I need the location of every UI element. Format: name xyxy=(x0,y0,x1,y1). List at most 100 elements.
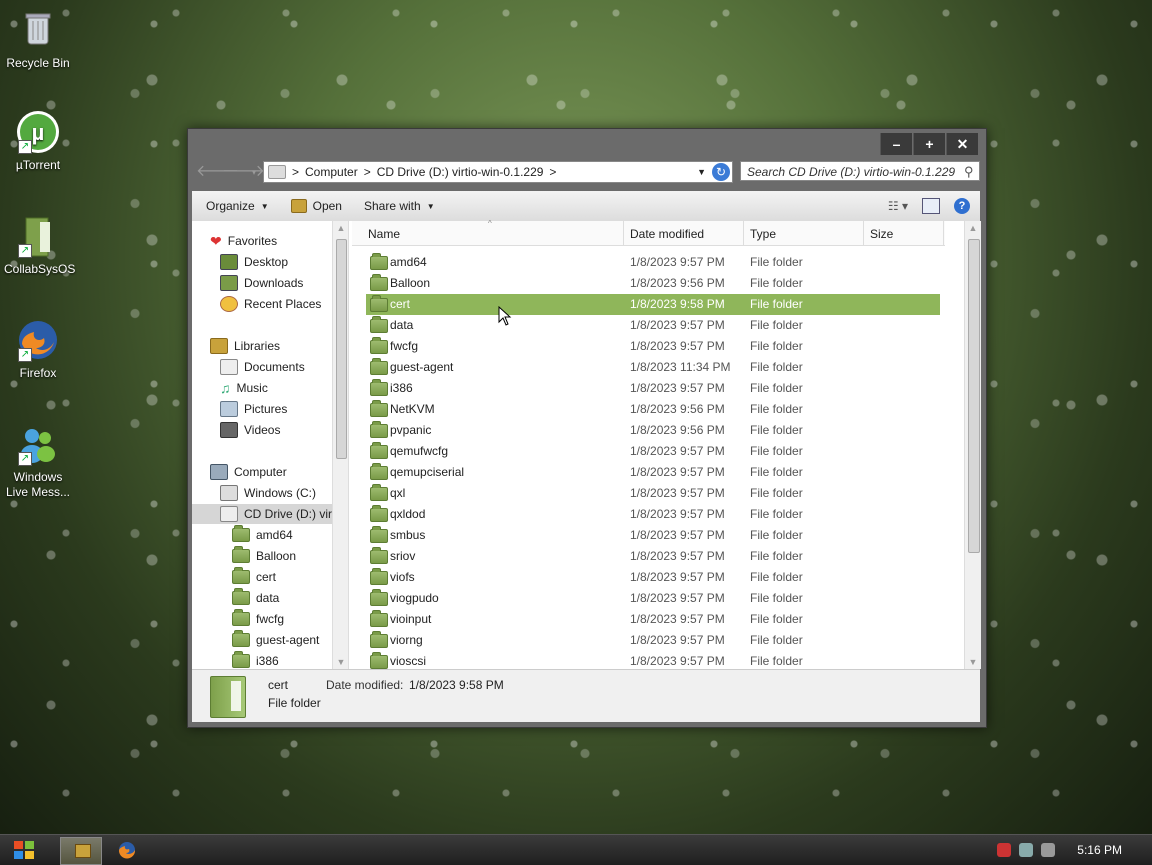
nav-label: cert xyxy=(256,570,277,584)
close-button[interactable]: ✕ xyxy=(946,133,978,155)
file-row[interactable]: i386 1/8/2023 9:57 PM File folder xyxy=(366,378,940,399)
nav-folder-i386[interactable]: i386 xyxy=(232,651,279,669)
file-row[interactable]: viofs 1/8/2023 9:57 PM File folder xyxy=(366,567,940,588)
recent-locations-dropdown[interactable]: ▾ xyxy=(244,162,264,182)
folder-icon xyxy=(370,316,388,333)
address-bar-row: 🡐 🡒 ▾ > Computer > CD Drive (D:) virtio-… xyxy=(192,159,982,185)
scroll-down-arrow-icon[interactable]: ▼ xyxy=(965,657,981,667)
nav-folder-guest-agent[interactable]: guest-agent xyxy=(232,630,319,650)
start-button[interactable] xyxy=(14,841,36,861)
volume-muted-icon[interactable] xyxy=(1041,843,1056,857)
nav-scrollbar-thumb[interactable] xyxy=(336,239,347,459)
file-list-scrollbar[interactable]: ▲ ▼ xyxy=(964,221,981,669)
file-row[interactable]: Balloon 1/8/2023 9:56 PM File folder xyxy=(366,273,940,294)
column-header-size[interactable]: Size xyxy=(864,221,944,245)
nav-folder-fwcfg[interactable]: fwcfg xyxy=(232,609,284,629)
preview-pane-icon[interactable] xyxy=(922,198,940,214)
back-button[interactable]: 🡐 xyxy=(196,162,239,182)
file-row[interactable]: viogpudo 1/8/2023 9:57 PM File folder xyxy=(366,588,940,609)
nav-folder-cert[interactable]: cert xyxy=(232,567,276,587)
column-header-date[interactable]: Date modified xyxy=(624,221,744,245)
nav-downloads[interactable]: Downloads xyxy=(220,273,303,293)
file-date: 1/8/2023 9:57 PM xyxy=(630,444,725,458)
file-date: 1/8/2023 9:57 PM xyxy=(630,570,725,584)
forward-button[interactable]: 🡒 xyxy=(222,162,265,182)
nav-folder-data[interactable]: data xyxy=(232,588,279,608)
nav-videos[interactable]: Videos xyxy=(220,420,280,440)
details-type: File folder xyxy=(268,696,321,710)
file-row[interactable]: qemupciserial 1/8/2023 9:57 PM File folder xyxy=(366,462,940,483)
nav-folder-amd64[interactable]: amd64 xyxy=(232,525,293,545)
desktop-icon-collabsysos[interactable]: ↗ CollabSysOS xyxy=(4,214,75,277)
maximize-button[interactable]: + xyxy=(913,133,945,155)
desktop-icon-recycle-bin[interactable]: Recycle Bin xyxy=(4,8,72,71)
address-bar[interactable]: > Computer > CD Drive (D:) virtio-win-0.… xyxy=(263,161,733,183)
help-icon[interactable]: ? xyxy=(954,198,970,214)
file-row[interactable]: fwcfg 1/8/2023 9:57 PM File folder xyxy=(366,336,940,357)
security-shield-icon[interactable] xyxy=(997,843,1012,857)
share-with-button[interactable]: Share with ▼ xyxy=(364,199,435,213)
network-disconnected-icon[interactable] xyxy=(1019,843,1034,857)
nav-cd-drive[interactable]: CD Drive (D:) virtio-win-0.1.229 xyxy=(192,504,332,524)
file-row[interactable]: sriov 1/8/2023 9:57 PM File folder xyxy=(366,546,940,567)
file-row[interactable]: cert 1/8/2023 9:58 PM File folder xyxy=(366,294,940,315)
file-name: pvpanic xyxy=(390,423,432,437)
breadcrumb-computer[interactable]: Computer xyxy=(305,165,358,179)
folder-icon xyxy=(370,505,388,522)
organize-button[interactable]: Organize ▼ xyxy=(206,199,269,213)
taskbar-explorer-button[interactable] xyxy=(60,837,102,865)
breadcrumb-cd-drive[interactable]: CD Drive (D:) virtio-win-0.1.229 xyxy=(377,165,544,179)
nav-recent-places[interactable]: Recent Places xyxy=(220,294,321,314)
search-input[interactable]: Search CD Drive (D:) virtio-win-0.1.229 xyxy=(740,161,980,181)
breadcrumb-separator: > xyxy=(363,165,371,179)
file-name: smbus xyxy=(390,528,426,542)
nav-music[interactable]: ♫ Music xyxy=(220,378,268,398)
file-row[interactable]: qxl 1/8/2023 9:57 PM File folder xyxy=(366,483,940,504)
file-list-scrollbar-thumb[interactable] xyxy=(968,239,980,553)
desktop-icon-firefox[interactable]: ↗ Firefox xyxy=(4,318,72,381)
scroll-up-arrow-icon[interactable]: ▲ xyxy=(333,223,348,233)
file-row[interactable]: guest-agent 1/8/2023 11:34 PM File folder xyxy=(366,357,940,378)
nav-documents[interactable]: Documents xyxy=(220,357,305,377)
file-type: File folder xyxy=(750,402,803,416)
file-row[interactable]: amd64 1/8/2023 9:57 PM File folder xyxy=(366,252,940,273)
scroll-up-arrow-icon[interactable]: ▲ xyxy=(965,223,981,233)
file-row[interactable]: vioinput 1/8/2023 9:57 PM File folder xyxy=(366,609,940,630)
file-row[interactable]: pvpanic 1/8/2023 9:56 PM File folder xyxy=(366,420,940,441)
file-row[interactable]: qxldod 1/8/2023 9:57 PM File folder xyxy=(366,504,940,525)
file-row[interactable]: data 1/8/2023 9:57 PM File folder xyxy=(366,315,940,336)
desktop-icon-utorrent[interactable]: µ ↗ µTorrent xyxy=(4,110,72,173)
desktop-icon-windows-live-messenger[interactable]: ↗ Windows Live Mess... xyxy=(4,422,72,500)
sort-ascending-icon: ^ xyxy=(488,219,492,228)
column-header-type[interactable]: Type xyxy=(744,221,864,245)
nav-folder-balloon[interactable]: Balloon xyxy=(232,546,296,566)
address-dropdown-icon[interactable]: ▼ xyxy=(697,167,706,177)
explorer-icon xyxy=(75,844,91,858)
clock[interactable]: 5:16 PM xyxy=(1077,843,1122,857)
file-type: File folder xyxy=(750,528,803,542)
folder-icon xyxy=(370,652,388,669)
nav-scrollbar[interactable]: ▲ ▼ xyxy=(332,221,348,669)
scroll-down-arrow-icon[interactable]: ▼ xyxy=(333,657,348,667)
recent-places-icon xyxy=(220,296,238,312)
nav-libraries[interactable]: Libraries xyxy=(210,336,280,356)
file-row[interactable]: qemufwcfg 1/8/2023 9:57 PM File folder xyxy=(366,441,940,462)
nav-desktop[interactable]: Desktop xyxy=(220,252,288,272)
file-row[interactable]: NetKVM 1/8/2023 9:56 PM File folder xyxy=(366,399,940,420)
file-row[interactable]: viorng 1/8/2023 9:57 PM File folder xyxy=(366,630,940,651)
nav-pictures[interactable]: Pictures xyxy=(220,399,287,419)
file-date: 1/8/2023 9:57 PM xyxy=(630,465,725,479)
refresh-icon[interactable]: ↻ xyxy=(712,163,730,181)
minimize-button[interactable]: – xyxy=(880,133,912,155)
file-type: File folder xyxy=(750,381,803,395)
view-options-icon[interactable]: ☷ ▾ xyxy=(888,199,908,213)
nav-windows-c[interactable]: Windows (C:) xyxy=(220,483,316,503)
taskbar-firefox-button[interactable] xyxy=(106,837,146,863)
nav-computer[interactable]: Computer xyxy=(210,462,287,482)
search-icon[interactable]: ⚲ xyxy=(964,164,974,180)
file-row[interactable]: smbus 1/8/2023 9:57 PM File folder xyxy=(366,525,940,546)
open-button[interactable]: Open xyxy=(290,199,342,213)
details-pane: cert Date modified: 1/8/2023 9:58 PM Fil… xyxy=(192,669,980,722)
nav-favorites[interactable]: ❤ Favorites xyxy=(210,231,277,251)
file-type: File folder xyxy=(750,633,803,647)
